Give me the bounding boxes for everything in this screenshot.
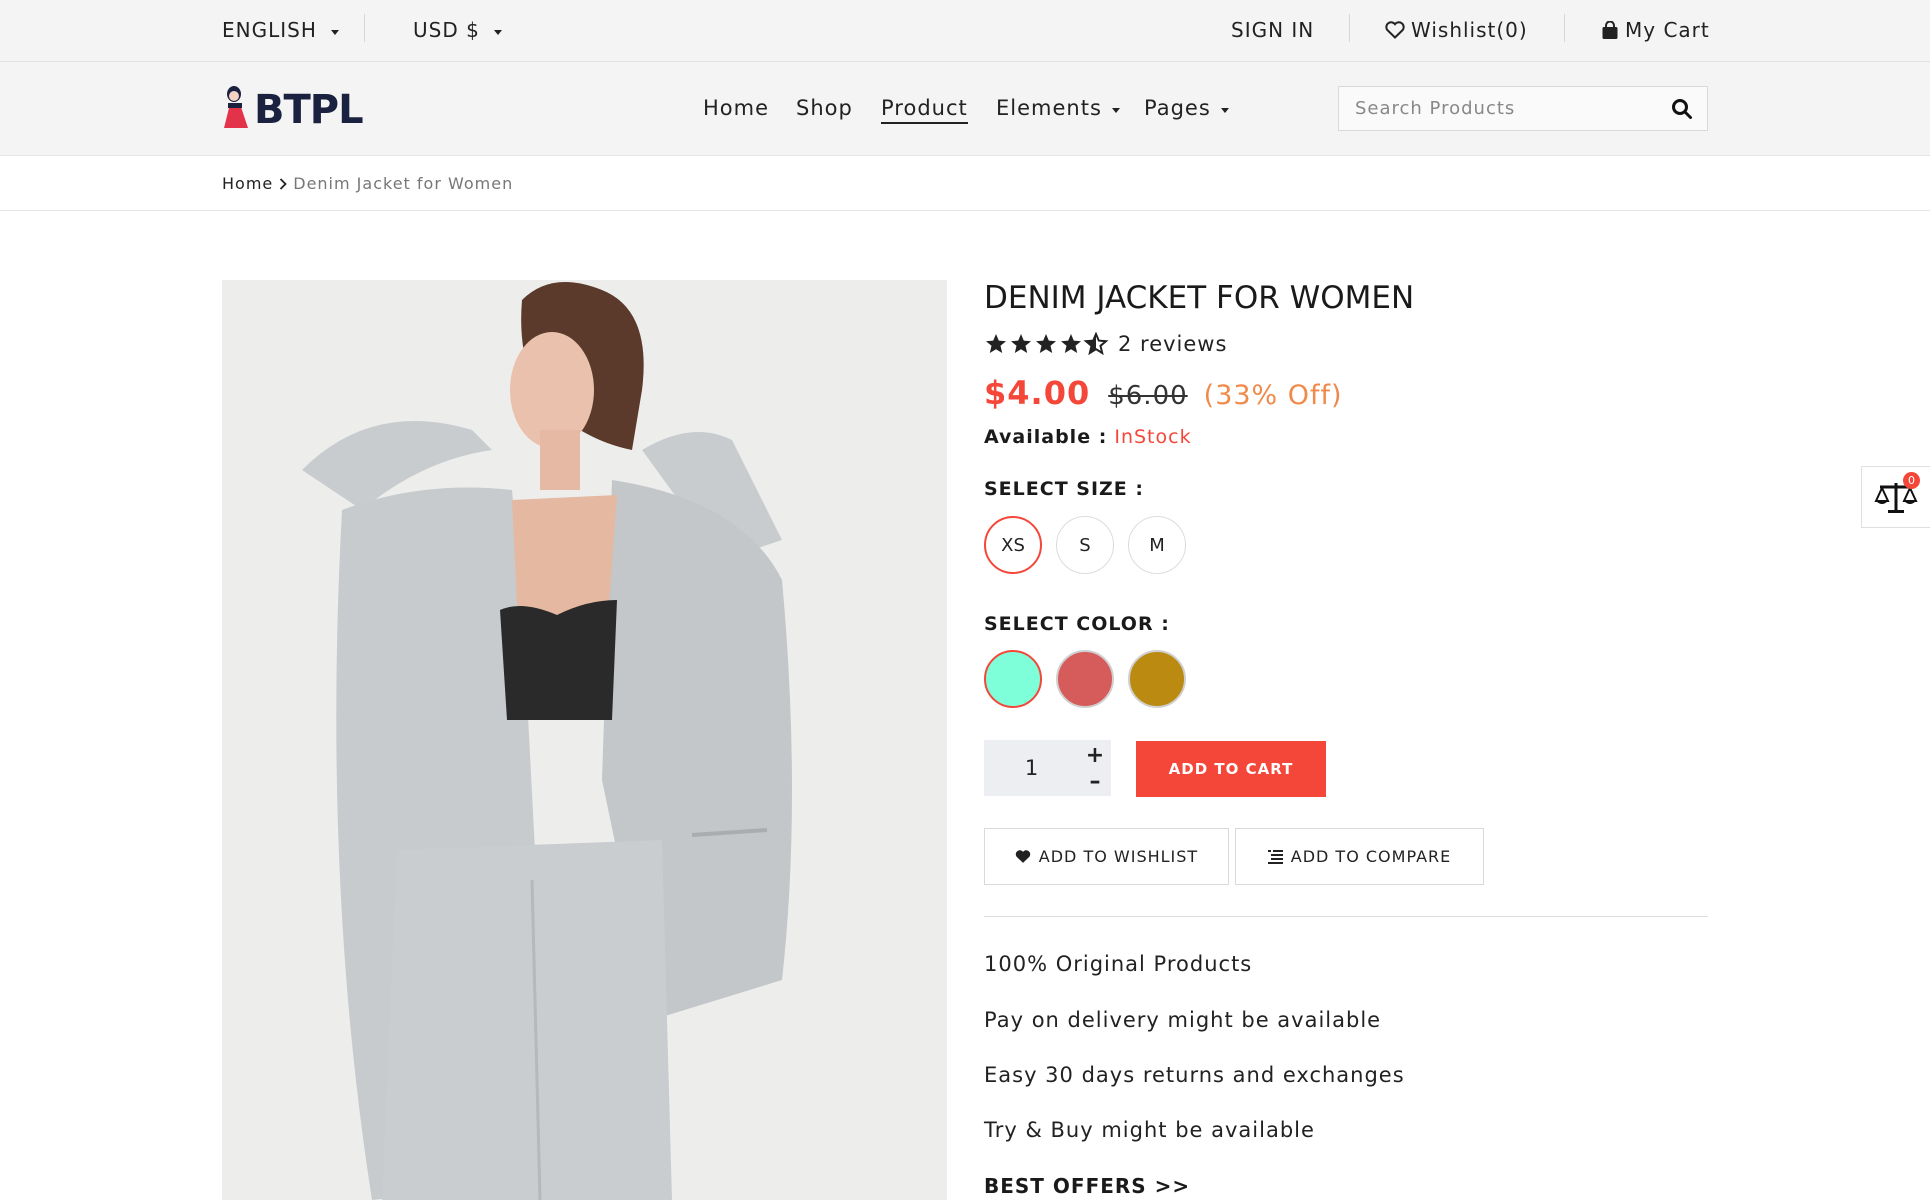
feature-original: 100% Original Products [984,952,1253,976]
breadcrumb-current: Denim Jacket for Women [293,174,514,193]
old-price: $6.00 [1108,381,1188,411]
wishlist-label: Wishlist(0) [1411,18,1528,42]
nav-shop-label: Shop [796,96,853,120]
feature-pay-on-delivery: Pay on delivery might be available [984,1008,1382,1032]
product-rating: 2 reviews [984,332,1227,356]
top-bar: ENGLISH USD $ SIGN IN Wishlist(0) My Car… [0,0,1930,62]
size-option-s[interactable]: S [1056,516,1114,574]
nav-home-label: Home [703,96,770,120]
divider [1349,14,1350,42]
breadcrumb-home[interactable]: Home [222,174,273,193]
add-to-cart-button[interactable]: ADD TO CART [1136,741,1326,797]
availability-label: Available : [984,426,1108,448]
heart-icon [1385,21,1405,39]
nav-shop[interactable]: Shop [796,96,853,120]
product-title: DENIM JACKET FOR WOMEN [984,280,1415,316]
star-icon [1036,334,1056,353]
compare-count-badge: 0 [1903,472,1920,489]
add-to-wishlist-label: ADD TO WISHLIST [1038,847,1199,866]
star-icon [1011,334,1031,353]
size-option-m[interactable]: M [1128,516,1186,574]
current-price: $4.00 [984,374,1091,412]
nav-product[interactable]: Product [881,96,968,124]
color-options [984,650,1200,708]
main-header: BTPL Home Shop Product Elements Pages [0,62,1930,156]
wishlist-link[interactable]: Wishlist(0) [1385,18,1528,42]
feature-try-buy: Try & Buy might be available [984,1118,1315,1142]
site-logo[interactable]: BTPL [222,84,364,133]
size-label: SELECT SIZE : [984,478,1144,500]
color-swatch-mustard[interactable] [1128,650,1186,708]
chevron-down-icon [1220,107,1229,113]
discount-label: (33% Off) [1203,380,1343,411]
size-options: XS S M [984,516,1200,574]
minus-icon[interactable]: – [1084,769,1106,794]
currency-selector[interactable]: USD $ [413,18,502,42]
divider [0,210,1930,211]
feature-returns: Easy 30 days returns and exchanges [984,1063,1405,1087]
list-icon [1267,849,1283,864]
sign-in-link[interactable]: SIGN IN [1231,18,1314,42]
color-label: SELECT COLOR : [984,613,1170,635]
compare-widget[interactable]: 0 [1861,466,1930,528]
currency-label: USD $ [413,18,480,42]
star-icon [986,334,1006,353]
logo-mascot-icon [224,86,248,128]
chevron-right-icon [279,177,288,190]
add-to-wishlist-button[interactable]: ADD TO WISHLIST [984,828,1229,885]
heart-icon [1015,849,1031,864]
chevron-down-icon [493,29,502,35]
language-selector[interactable]: ENGLISH [222,18,339,42]
add-to-compare-label: ADD TO COMPARE [1290,847,1452,866]
availability-value: InStock [1114,426,1192,448]
divider [984,916,1708,917]
search-input[interactable] [1339,87,1639,130]
nav-pages-label: Pages [1144,96,1211,120]
nav-pages[interactable]: Pages [1144,96,1229,120]
search-icon[interactable] [1671,98,1693,124]
nav-product-label: Product [881,96,968,124]
language-label: ENGLISH [222,18,317,42]
nav-elements[interactable]: Elements [996,96,1120,120]
cart-label: My Cart [1625,18,1710,42]
color-swatch-mint[interactable] [984,650,1042,708]
color-swatch-red[interactable] [1056,650,1114,708]
price-row: $4.00 $6.00 (33% Off) [984,374,1343,412]
breadcrumb: Home Denim Jacket for Women [222,174,513,193]
size-option-xs[interactable]: XS [984,516,1042,574]
sign-in-label: SIGN IN [1231,18,1315,42]
product-photo-illustration [222,280,947,1200]
nav-elements-label: Elements [996,96,1102,120]
add-to-compare-button[interactable]: ADD TO COMPARE [1235,828,1484,885]
best-offers-link[interactable]: BEST OFFERS >> [984,1174,1190,1198]
availability: Available : InStock [984,426,1192,448]
half-star-icon [1083,332,1109,356]
divider [1564,14,1565,42]
chevron-down-icon [1111,107,1120,113]
quantity-value[interactable]: 1 [984,740,1079,796]
plus-icon[interactable]: + [1084,743,1106,768]
shopping-bag-icon [1601,20,1619,40]
divider [364,14,365,42]
review-count[interactable]: 2 reviews [1118,332,1227,356]
cart-link[interactable]: My Cart [1601,18,1710,42]
star-icon [1061,334,1081,353]
logo-text: BTPL [254,87,364,133]
nav-home[interactable]: Home [703,96,769,120]
search-box [1338,86,1708,131]
chevron-down-icon [330,29,339,35]
quantity-stepper: 1 + – [984,740,1111,796]
rating-stars [984,332,1112,356]
product-image[interactable] [222,280,947,1200]
